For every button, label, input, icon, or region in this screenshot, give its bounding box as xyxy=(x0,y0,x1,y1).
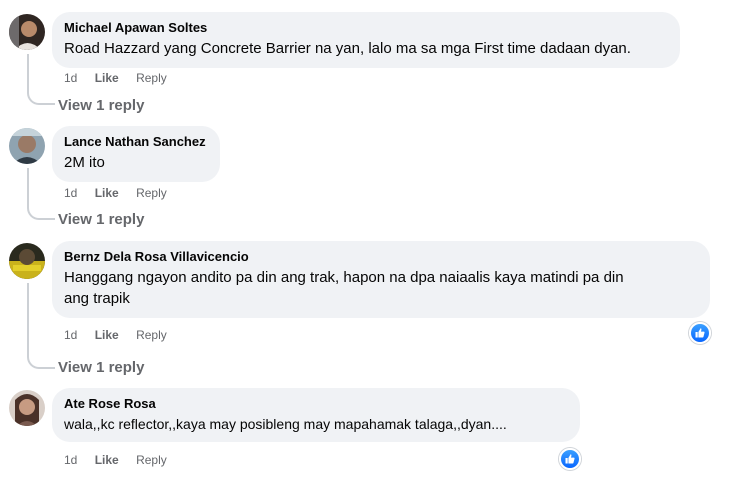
comment-time[interactable]: 1d xyxy=(64,71,77,85)
comment-actions: 1d Like Reply xyxy=(64,452,181,468)
reply-button[interactable]: Reply xyxy=(136,186,167,200)
comment-actions: 1d Like Reply xyxy=(64,70,181,86)
comment-text: 2M ito xyxy=(64,154,105,171)
comment-text: Road Hazzard yang Concrete Barrier na ya… xyxy=(64,40,631,57)
avatar[interactable] xyxy=(9,128,45,164)
like-button[interactable]: Like xyxy=(95,186,119,200)
reply-button[interactable]: Reply xyxy=(136,328,167,342)
comment-time[interactable]: 1d xyxy=(64,453,77,467)
view-replies-button[interactable]: View 1 reply xyxy=(58,97,144,114)
thread-line xyxy=(27,54,55,105)
comment-author[interactable]: Michael Apawan Soltes xyxy=(64,19,668,36)
reply-button[interactable]: Reply xyxy=(136,71,167,85)
comment-bubble: Lance Nathan Sanchez 2M ito xyxy=(52,126,220,182)
comment-time[interactable]: 1d xyxy=(64,328,77,342)
avatar[interactable] xyxy=(9,243,45,279)
like-reaction-icon[interactable] xyxy=(689,322,711,344)
comment-actions: 1d Like Reply xyxy=(64,185,181,201)
comment-text: wala,,kc reflector,,kaya may posibleng m… xyxy=(64,416,507,432)
like-button[interactable]: Like xyxy=(95,71,119,85)
comment-bubble: Bernz Dela Rosa Villavicencio Hanggang n… xyxy=(52,241,710,318)
like-button[interactable]: Like xyxy=(95,328,119,342)
comment-bubble: Ate Rose Rosa wala,,kc reflector,,kaya m… xyxy=(52,388,580,442)
like-button[interactable]: Like xyxy=(95,453,119,467)
comment-actions: 1d Like Reply xyxy=(64,327,181,343)
avatar[interactable] xyxy=(9,14,45,50)
comment-time[interactable]: 1d xyxy=(64,186,77,200)
comment-author[interactable]: Ate Rose Rosa xyxy=(64,395,568,412)
comment-text-line-1: Hanggang ngayon andito pa din ang trak, … xyxy=(64,269,624,286)
like-reaction-icon[interactable] xyxy=(559,448,581,470)
comment-bubble: Michael Apawan Soltes Road Hazzard yang … xyxy=(52,12,680,68)
thread-line xyxy=(27,168,55,220)
thread-line xyxy=(27,283,55,369)
comment-author[interactable]: Bernz Dela Rosa Villavicencio xyxy=(64,248,698,265)
comment-text-line-2: ang trapik xyxy=(64,290,130,307)
avatar[interactable] xyxy=(9,390,45,426)
view-replies-button[interactable]: View 1 reply xyxy=(58,359,144,376)
comment-author[interactable]: Lance Nathan Sanchez xyxy=(64,133,208,150)
reply-button[interactable]: Reply xyxy=(136,453,167,467)
view-replies-button[interactable]: View 1 reply xyxy=(58,211,144,228)
